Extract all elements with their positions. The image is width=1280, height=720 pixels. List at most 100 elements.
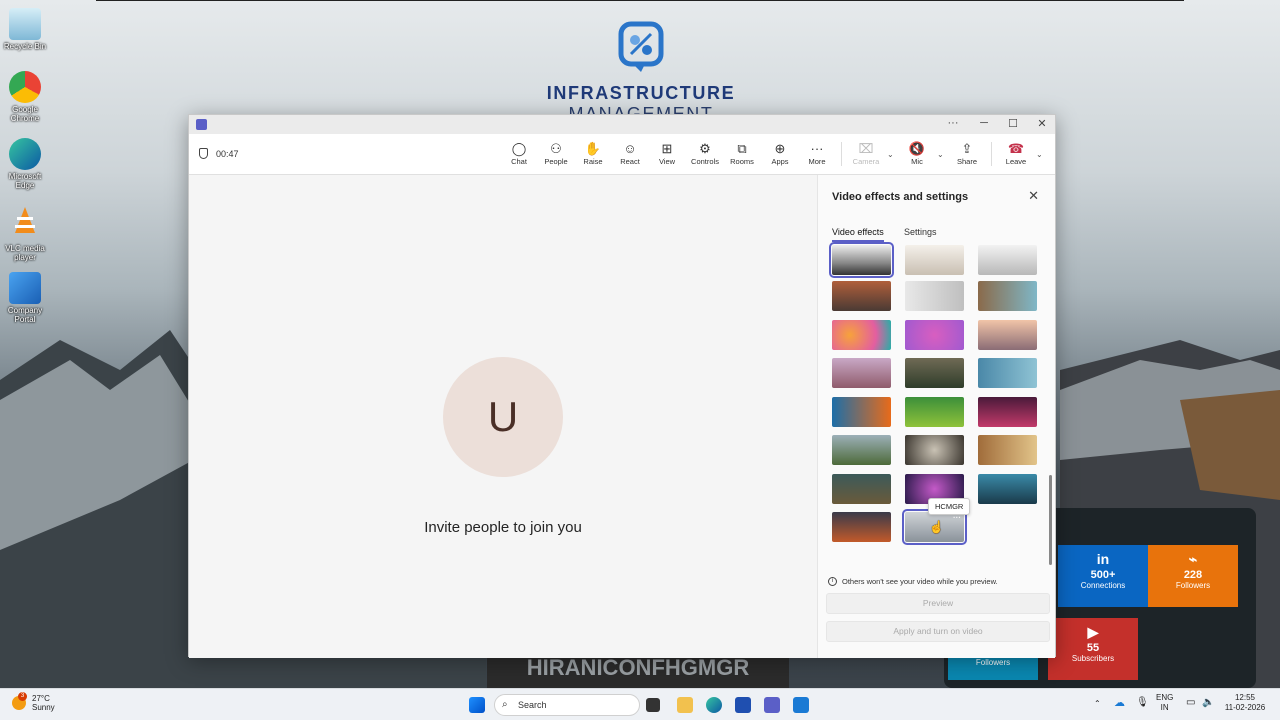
background-thumbnail[interactable] <box>832 281 891 311</box>
background-thumbnail[interactable] <box>832 397 891 427</box>
mic-button[interactable]: 🔇 Mic <box>899 140 935 166</box>
avatar: U <box>443 357 563 477</box>
network-icon[interactable]: ▭ <box>1186 698 1195 708</box>
leave-button[interactable]: ☎ Leave <box>998 140 1034 166</box>
view-button[interactable]: ⊞ View <box>649 140 685 166</box>
custom-background-thumbnail[interactable]: ··· ☝ <box>902 509 967 545</box>
react-button[interactable]: ☺ React <box>612 140 648 166</box>
volume-icon[interactable]: 🔈 <box>1202 698 1214 708</box>
windows-taskbar: 3 27°C Sunny ⌕ Search ⌃ ☁ 🎙 ENG IN ▭ 🔈 1… <box>0 688 1280 720</box>
leave-options-chevron-icon[interactable]: ⌄ <box>1036 150 1043 159</box>
react-icon: ☺ <box>623 141 637 156</box>
background-thumbnail[interactable] <box>905 281 964 311</box>
hang-up-icon: ☎ <box>1007 141 1025 156</box>
apps-button[interactable]: ⊕ Apps <box>762 140 798 166</box>
mic-muted-tray-icon[interactable]: 🎙 <box>1136 698 1149 708</box>
controls-button[interactable]: ⚙ Controls <box>687 140 723 166</box>
store-icon[interactable] <box>735 697 751 713</box>
background-thumbnail[interactable] <box>905 435 964 465</box>
mic-options-chevron-icon[interactable]: ⌄ <box>937 150 944 159</box>
background-thumbnail[interactable] <box>978 320 1037 350</box>
desktop-icon-label: VLC media player <box>5 244 45 262</box>
camera-off-icon: ⌧ <box>858 141 874 156</box>
clock[interactable]: 12:55 11-02-2026 <box>1222 693 1268 713</box>
linkedin-icon: in <box>1096 551 1110 567</box>
panel-title: Video effects and settings <box>832 191 969 203</box>
background-thumbnail[interactable] <box>978 358 1037 388</box>
edge-icon <box>9 138 41 170</box>
apply-video-button[interactable]: Apply and turn on video <box>826 621 1050 642</box>
taskbar-search[interactable]: ⌕ Search <box>494 694 640 716</box>
background-thumbnail[interactable] <box>832 358 891 388</box>
background-thumbnail[interactable] <box>905 320 964 350</box>
start-icon[interactable] <box>469 697 485 713</box>
remote-desktop-icon[interactable] <box>793 697 809 713</box>
view-icon: ⊞ <box>661 141 673 156</box>
tile-label: Followers <box>1175 581 1211 590</box>
edge-taskbar-icon[interactable] <box>706 697 722 713</box>
preview-button[interactable]: Preview <box>826 593 1050 614</box>
background-thumbnail[interactable] <box>905 358 964 388</box>
background-thumbnail[interactable] <box>978 435 1037 465</box>
background-thumbnail[interactable] <box>978 474 1037 504</box>
background-thumbnail[interactable] <box>829 242 894 278</box>
timer-text: 00:47 <box>216 148 239 159</box>
more-button[interactable]: ··· More <box>799 140 835 166</box>
linkedin-tile[interactable]: in 500+ Connections <box>1058 545 1148 607</box>
view-label: View <box>658 157 676 166</box>
preview-notice: i Others won't see your video while you … <box>828 577 998 586</box>
background-thumbnail[interactable] <box>832 435 891 465</box>
teams-taskbar-icon[interactable] <box>764 697 780 713</box>
rooms-button[interactable]: ⧉ Rooms <box>724 140 760 166</box>
close-panel-icon[interactable]: ✕ <box>1028 188 1039 204</box>
brand-logo-icon <box>618 21 664 72</box>
youtube-tile[interactable]: ▶ 55 Subscribers <box>1048 618 1138 680</box>
background-thumbnail[interactable] <box>978 281 1037 311</box>
background-thumbnail[interactable] <box>905 245 964 275</box>
tab-video-effects[interactable]: Video effects <box>832 227 884 242</box>
language-indicator[interactable]: ENG IN <box>1156 693 1173 713</box>
raise-button[interactable]: ✋ Raise <box>575 140 611 166</box>
share-button[interactable]: ⇪ Share <box>949 140 985 166</box>
background-thumbnail[interactable] <box>832 474 891 504</box>
leave-label: Leave <box>1005 157 1027 166</box>
file-explorer-icon[interactable] <box>677 697 693 713</box>
minimize-button[interactable]: ─ <box>974 117 994 129</box>
camera-button[interactable]: ⌧ Camera <box>848 140 884 166</box>
tray-overflow-chevron-icon[interactable]: ⌃ <box>1094 699 1101 709</box>
desktop-icon-company-portal[interactable]: Company Portal <box>3 272 47 324</box>
background-thumbnail[interactable] <box>905 397 964 427</box>
background-thumbnail[interactable] <box>832 512 891 542</box>
desktop-icon-label: Company Portal <box>7 306 43 324</box>
apps-icon: ⊕ <box>774 141 786 156</box>
people-label: People <box>544 157 568 166</box>
mouse-cursor-icon: ☝ <box>929 520 944 534</box>
background-thumbnail[interactable] <box>832 320 891 350</box>
close-window-button[interactable]: ✕ <box>1032 117 1052 130</box>
panel-scrollbar[interactable] <box>1049 475 1052 565</box>
desktop-icon-vlc[interactable]: VLC media player <box>3 205 47 262</box>
rss-tile[interactable]: ⌁ 228 Followers <box>1148 545 1238 607</box>
background-thumbnail[interactable] <box>978 397 1037 427</box>
background-thumbnail[interactable] <box>978 245 1037 275</box>
people-button[interactable]: ⚇ People <box>538 140 574 166</box>
onedrive-icon[interactable]: ☁ <box>1114 698 1125 709</box>
desktop-icon-chrome[interactable]: Google Chrome <box>3 71 47 123</box>
meeting-timer: 00:47 <box>199 148 239 159</box>
weather-widget[interactable]: 3 27°C Sunny <box>12 692 55 712</box>
controls-icon: ⚙ <box>699 141 711 156</box>
maximize-button[interactable]: ☐ <box>1003 117 1023 130</box>
desktop-icon-recycle-bin[interactable]: Recycle Bin <box>3 8 47 51</box>
tile-label: Subscribers <box>1071 654 1115 663</box>
notice-text: Others won't see your video while you pr… <box>842 577 998 586</box>
task-view-icon[interactable] <box>646 698 660 712</box>
more-icon: ··· <box>810 141 824 156</box>
tab-settings[interactable]: Settings <box>904 227 937 237</box>
window-more-icon[interactable]: ··· <box>943 117 963 129</box>
desktop-icon-edge[interactable]: Microsoft Edge <box>3 138 47 190</box>
chat-button[interactable]: ◯ Chat <box>501 140 537 166</box>
wallpaper-border <box>96 0 1184 1</box>
camera-options-chevron-icon[interactable]: ⌄ <box>887 150 894 159</box>
meeting-stage: U Invite people to join you <box>189 175 817 658</box>
shield-icon <box>199 148 208 159</box>
